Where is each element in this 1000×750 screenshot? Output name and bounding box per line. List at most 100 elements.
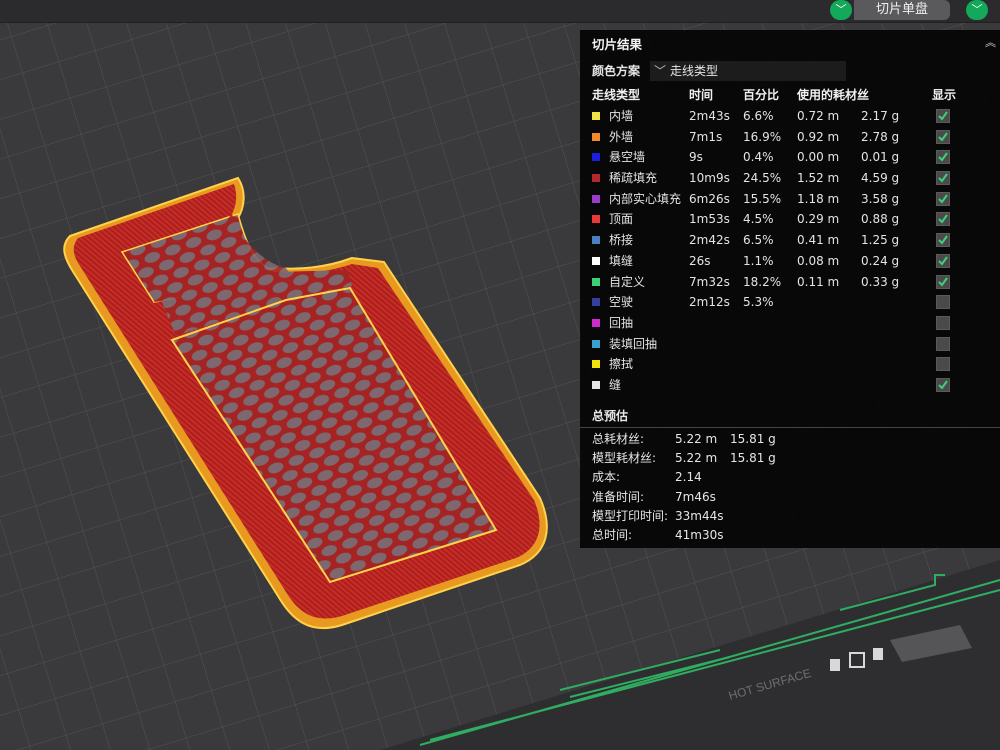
checkmark-icon xyxy=(938,152,948,162)
line-type-row: 装填回抽 xyxy=(580,334,1000,355)
filament-length: 0.00 m xyxy=(797,150,840,165)
summary-label: 成本: xyxy=(592,470,621,485)
line-type-row: 内部实心填充 6m26s 15.5% 1.18 m 3.58 g xyxy=(580,189,1000,210)
show-checkbox[interactable] xyxy=(936,129,950,144)
filament-length: 0.29 m xyxy=(797,212,840,227)
line-type-row: 桥接 2m42s 6.5% 0.41 m 1.25 g xyxy=(580,230,1000,251)
line-type-time: 7m1s xyxy=(689,129,723,144)
filament-weight: 3.58 g xyxy=(861,191,900,206)
filament-length: 0.11 m xyxy=(797,274,840,289)
line-type-percent: 4.5% xyxy=(743,212,774,227)
line-type-name: 稀疏填充 xyxy=(609,171,658,186)
line-type-row: 内墙 2m43s 6.6% 0.72 m 2.17 g xyxy=(580,106,1000,127)
filament-length: 0.41 m xyxy=(797,233,840,248)
checkmark-icon xyxy=(938,173,948,183)
summary-row: 总时间: 41m30s xyxy=(580,526,1000,545)
show-checkbox[interactable] xyxy=(936,253,950,268)
filament-length: 1.52 m xyxy=(797,171,840,186)
show-checkbox[interactable] xyxy=(936,109,950,123)
summary-value: 7m46s xyxy=(675,489,716,504)
color-scheme-select[interactable]: ﹀ 走线类型 xyxy=(650,61,846,81)
summary-divider xyxy=(580,427,1000,428)
show-checkbox[interactable] xyxy=(936,295,950,310)
slice-plate-button[interactable]: 切片单盘 xyxy=(854,0,950,20)
summary-weight: 15.81 g xyxy=(730,451,776,466)
checkmark-icon xyxy=(938,276,948,287)
color-swatch xyxy=(592,298,600,307)
color-swatch xyxy=(592,132,600,141)
show-checkbox[interactable] xyxy=(936,336,950,351)
summary-label: 总耗材丝: xyxy=(592,432,645,446)
filament-weight: 0.01 g xyxy=(861,150,900,165)
show-checkbox[interactable] xyxy=(936,233,950,248)
summary-label: 模型打印时间: xyxy=(592,508,669,523)
print-options-dropdown-button[interactable]: ﹀ xyxy=(966,0,988,20)
color-swatch xyxy=(592,153,600,162)
line-type-time: 7m32s xyxy=(689,274,730,289)
filament-weight: 0.88 g xyxy=(861,212,900,227)
summary-value: 33m44s xyxy=(675,508,724,523)
line-type-row: 缝 xyxy=(580,375,1000,396)
summary-weight: 15.81 g xyxy=(730,432,776,446)
line-type-time: 2m42s xyxy=(689,233,730,248)
summary-value: 41m30s xyxy=(675,527,724,542)
show-checkbox[interactable] xyxy=(936,377,950,392)
line-type-name: 内部实心填充 xyxy=(609,191,682,206)
checkmark-icon xyxy=(938,235,948,245)
panel-title: 切片结果 xyxy=(592,37,643,52)
color-swatch xyxy=(592,318,600,327)
filament-weight: 4.59 g xyxy=(861,171,900,186)
filament-length: 0.72 m xyxy=(797,109,840,123)
color-scheme-label: 颜色方案 xyxy=(592,64,641,78)
checkmark-icon xyxy=(938,380,948,390)
filament-length: 0.92 m xyxy=(797,129,840,144)
slice-options-dropdown-button[interactable]: ﹀ xyxy=(830,0,852,20)
line-type-percent: 6.6% xyxy=(743,109,774,123)
line-type-percent: 16.9% xyxy=(743,129,782,144)
summary-table: 总耗材丝: 5.22 m 15.81 g 模型耗材丝: 5.22 m 15.81 g 成本:… xyxy=(580,430,1000,545)
color-swatch xyxy=(592,236,600,245)
color-swatch xyxy=(592,112,600,120)
collapse-icon[interactable]: ︽ xyxy=(985,34,996,50)
line-type-row: 外墙 7m1s 16.9% 0.92 m 2.78 g xyxy=(580,127,1000,148)
checkmark-icon xyxy=(938,214,948,224)
summary-label: 模型耗材丝: xyxy=(592,451,657,466)
summary-value: 2.14 xyxy=(675,470,702,485)
color-scheme-value: 走线类型 xyxy=(670,64,719,78)
line-type-row: 顶面 1m53s 4.5% 0.29 m 0.88 g xyxy=(580,209,1000,230)
line-type-time: 10m9s xyxy=(689,171,730,186)
column-header-percent: 百分比 xyxy=(743,88,780,102)
summary-row: 模型打印时间: 33m44s xyxy=(580,507,1000,526)
show-checkbox[interactable] xyxy=(936,171,950,186)
line-type-row: 擦拭 xyxy=(580,354,1000,375)
column-header-filament-used: 使用的耗材丝 xyxy=(797,88,870,102)
line-type-percent: 15.5% xyxy=(743,191,782,206)
line-type-time: 6m26s xyxy=(689,191,730,206)
line-type-time: 1m53s xyxy=(689,212,730,227)
chevron-down-icon: ﹀ xyxy=(835,3,847,16)
line-type-percent: 6.5% xyxy=(743,233,774,248)
color-swatch xyxy=(592,194,600,203)
summary-title: 总预估 xyxy=(592,409,629,423)
slice-result-panel: 切片结果 ︽ 颜色方案 ﹀ 走线类型 走线类型 时间 百分比 使用的耗材丝 显示 … xyxy=(580,30,1000,548)
line-type-row: 悬空墙 9s 0.4% 0.00 m 0.01 g xyxy=(580,147,1000,168)
line-type-name: 缝 xyxy=(609,377,622,392)
summary-label: 准备时间: xyxy=(592,489,645,504)
line-type-name: 回抽 xyxy=(609,315,634,330)
column-header-line-type: 走线类型 xyxy=(592,88,641,102)
show-checkbox[interactable] xyxy=(936,191,950,206)
summary-label: 总时间: xyxy=(592,527,633,542)
summary-row: 总耗材丝: 5.22 m 15.81 g xyxy=(580,430,1000,449)
line-type-name: 装填回抽 xyxy=(609,336,658,351)
chevron-down-icon: ﹀ xyxy=(653,64,666,78)
show-checkbox[interactable] xyxy=(936,357,950,372)
column-header-display: 显示 xyxy=(932,88,957,102)
filament-length: 0.08 m xyxy=(797,253,840,268)
line-type-name: 自定义 xyxy=(609,274,646,289)
summary-row: 成本: 2.14 xyxy=(580,468,1000,487)
show-checkbox[interactable] xyxy=(936,315,950,330)
show-checkbox[interactable] xyxy=(936,150,950,165)
line-type-name: 桥接 xyxy=(609,233,634,248)
show-checkbox[interactable] xyxy=(936,212,950,227)
show-checkbox[interactable] xyxy=(936,274,950,289)
